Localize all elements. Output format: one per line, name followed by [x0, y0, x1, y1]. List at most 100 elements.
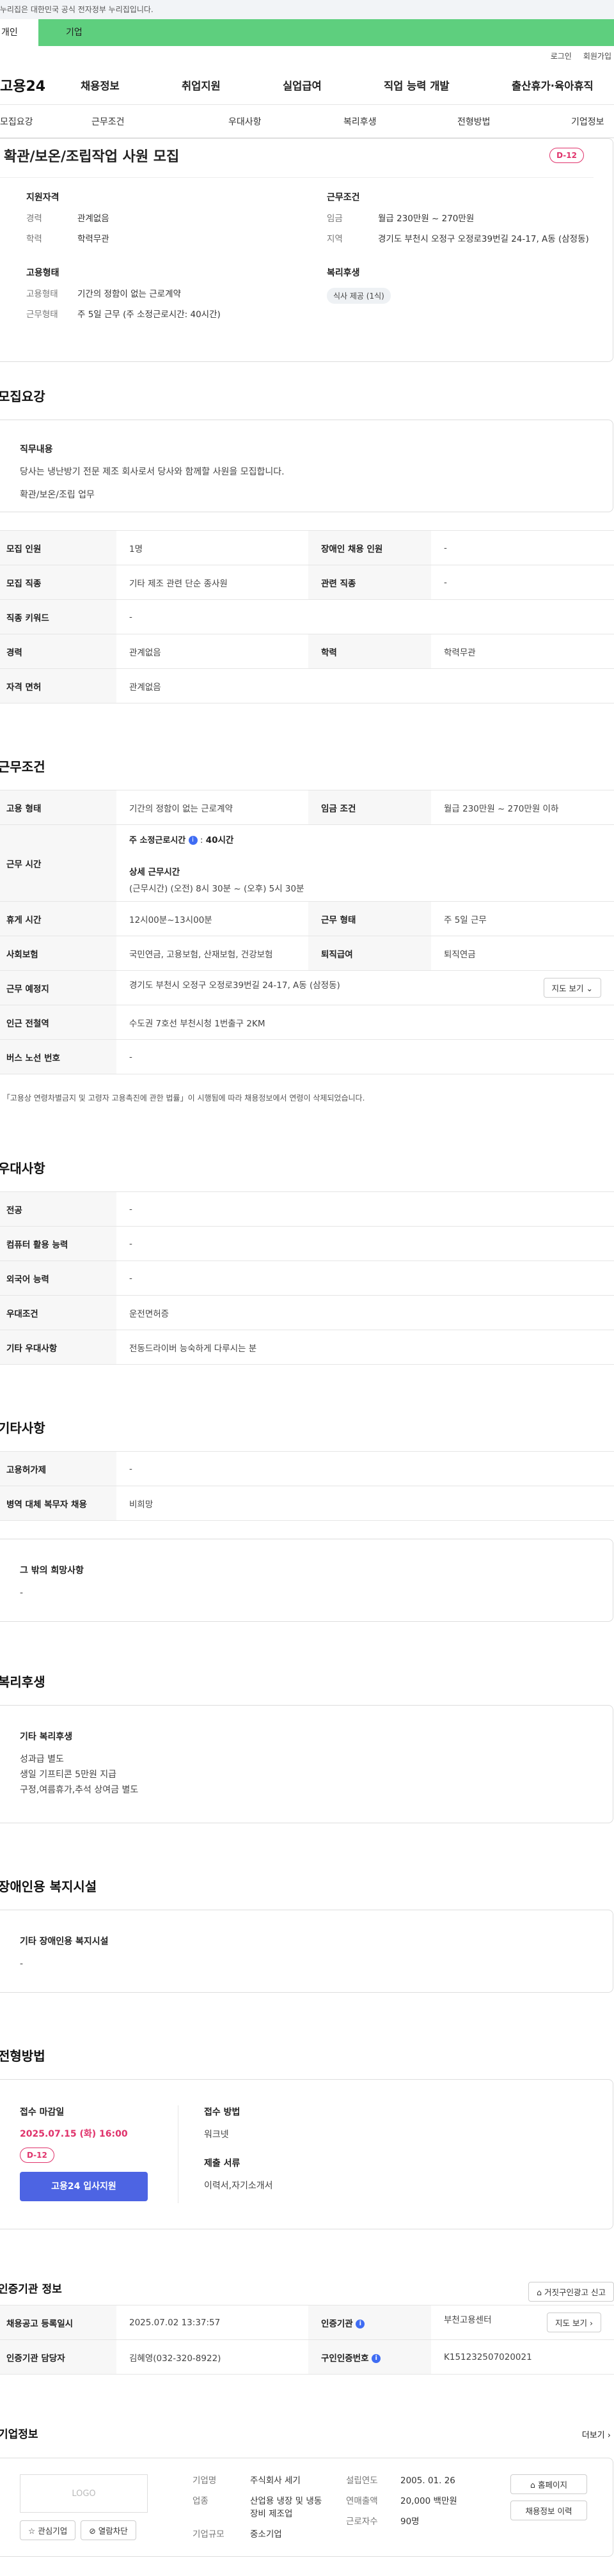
cert-title: 인증기관 정보 — [0, 2283, 62, 2296]
company-info-1: 기업명 주식회사 세기 업종 산업용 냉장 및 냉동 장비 제조업 기업규모 중소기업 — [193, 2474, 346, 2540]
cell-label: 고용허가제 — [0, 1451, 116, 1486]
info-icon[interactable]: i — [372, 2353, 381, 2363]
block-button[interactable]: ⊘ 열람차단 — [81, 2520, 136, 2540]
recruit-section: 모집요강 직무내용 당사는 냉난방기 전문 제조 회사로서 당사와 함께할 사원… — [0, 381, 614, 703]
report-button[interactable]: ⌂ 거짓구인광고 신고 — [528, 2282, 614, 2302]
welfare-chip: 식사 제공 (1식) — [327, 288, 391, 304]
cell-label: 직종 키워드 — [0, 599, 116, 634]
scale-value: 중소기업 — [250, 2529, 282, 2540]
est-value: 2005. 01. 26 — [400, 2476, 455, 2486]
table-row: 우대조건 운전면허증 — [0, 1295, 614, 1330]
tab-conditions[interactable]: 근무조건 — [91, 115, 125, 128]
cell-value: - — [431, 530, 614, 565]
cond-title: 근무조건 — [327, 192, 360, 203]
cell-value: - — [116, 1451, 614, 1486]
gov-banner: 이 누리집은 대한민국 공식 전자정부 누리집입니다. — [0, 0, 614, 19]
tab-recruit[interactable]: 모집요강 — [0, 115, 33, 128]
cell-value: K151232507020021 — [431, 2339, 614, 2375]
site-logo[interactable]: 고용24 — [0, 75, 79, 95]
emp-type-value: 기간의 정함이 없는 근로계약 — [77, 289, 181, 299]
login-link[interactable]: 로그인 — [551, 51, 572, 61]
condition-block: 근무조건 임금 월급 230만원 ~ 270만원 지역 경기도 부천시 오정구 오정… — [327, 191, 608, 253]
docs-title: 제출 서류 — [204, 2158, 240, 2169]
map-button-label: 지도 보기 — [555, 2318, 588, 2328]
info-icon[interactable]: i — [188, 835, 198, 845]
career-label: 경력 — [26, 214, 42, 224]
cell-label: 사회보험 — [0, 936, 116, 971]
career-value: 관계없음 — [77, 214, 109, 224]
agency-map-button[interactable]: 지도 보기 › — [547, 2313, 601, 2332]
table-row: 버스 노선 번호 - — [0, 1039, 614, 1074]
cell-value: - — [116, 1039, 614, 1074]
company-info-2: 설립연도 2005. 01. 26 연매출액 20,000 백만원 근로자수 90명 — [346, 2474, 493, 2540]
wish-card: 그 밖의 희망사항 - — [0, 1539, 613, 1622]
tab-welfare[interactable]: 복리후생 — [343, 115, 377, 128]
cell-label: 고용 형태 — [0, 790, 116, 825]
cell-label: 구인인증번호 i — [308, 2339, 431, 2375]
place-value: 경기도 부천시 오정구 오정로39번길 24-17, A동 (삼정동) — [129, 980, 340, 991]
signup-link[interactable]: 회원가입 — [583, 51, 611, 61]
cell-label: 근무 형태 — [308, 901, 431, 936]
detail-hours-value: (근무시간) (오전) 8시 30분 ~ (오후) 5시 30분 — [129, 883, 304, 894]
anchor-tabs: 모집요강 근무조건 우대사항 복리후생 전형방법 기업정보 — [0, 105, 614, 138]
apply-button[interactable]: 고용24 입사지원 — [20, 2172, 148, 2201]
map-button[interactable]: 지도 보기 ⌄ — [543, 978, 601, 998]
welfare-line: 구정,여름휴가,추석 상여금 별도 — [20, 1785, 139, 1795]
deadline-value: 2025.07.15 (화) 16:00 — [20, 2129, 128, 2139]
mode-individual[interactable]: 개인 — [0, 19, 38, 46]
gov-banner-text: 이 누리집은 대한민국 공식 전자정부 누리집입니다. — [0, 5, 154, 14]
cert-section: 인증기관 정보 ⌂ 거짓구인광고 신고 채용공고 등록일시 2025.07.02 … — [0, 2274, 614, 2375]
table-row: 경력 관계없음 학력 학력무관 — [0, 634, 614, 669]
company-title: 기업정보 — [0, 2428, 38, 2441]
history-button[interactable]: 채용정보 이력 — [510, 2501, 587, 2520]
etc-section: 기타사항 고용허가제 - 병역 대체 복무자 채용 비희망 그 밖의 희망사항 - — [0, 1413, 614, 1622]
gnb-item-leave[interactable]: 출산휴가·육아휴직 — [512, 77, 594, 93]
cell-label: 외국어 능력 — [0, 1261, 116, 1296]
fav-button[interactable]: ☆ 관심기업 — [20, 2520, 76, 2540]
table-row: 휴게 시간 12시00분~13시00분 근무 형태 주 5일 근무 — [0, 901, 614, 936]
emp-label: 근로자수 — [346, 2517, 378, 2527]
welfare-line: 생일 기프티콘 5만원 지급 — [20, 1770, 117, 1780]
home-icon: ⌂ — [537, 2288, 542, 2297]
cell-label: 인증기관 담당자 — [0, 2339, 116, 2375]
table-row: 컴퓨터 활용 능력 - — [0, 1226, 614, 1261]
detail-hours-label: 상세 근무시간 — [129, 867, 180, 877]
industry-value: 산업용 냉장 및 냉동 장비 제조업 — [250, 2496, 322, 2519]
table-row: 사회보험 국민연금, 고용보험, 산재보험, 건강보험 퇴직급여 퇴직연금 — [0, 936, 614, 971]
disabled-value: - — [20, 1959, 24, 1969]
homepage-button[interactable]: ⌂ 홈페이지 — [510, 2474, 587, 2494]
chevron-right-icon: › — [590, 2318, 593, 2328]
table-row: 기타 우대사항 전동드라이버 능숙하게 다루시는 분 — [0, 1330, 614, 1365]
table-row: 자격 면허 관계없음 — [0, 668, 614, 703]
recruit-table: 모집 인원 1명 장애인 채용 인원 - 모집 직종 기타 제조 관련 단순 종사원 관련… — [0, 530, 614, 703]
table-row: 고용허가제 - — [0, 1451, 614, 1486]
gnb-item-jobs[interactable]: 채용정보 — [81, 77, 182, 93]
est-label: 설립연도 — [346, 2476, 378, 2486]
cell-label: 모집 인원 — [0, 530, 116, 565]
std-hours-value: 40시간 — [205, 835, 234, 845]
cell-label: 경력 — [0, 634, 116, 669]
more-link[interactable]: 더보기 › — [582, 2428, 611, 2440]
map-button-label: 지도 보기 — [551, 984, 584, 993]
method-block: 접수 방법 워크넷 제출 서류 이력서,자기소개서 — [178, 2105, 273, 2203]
gnb-item-support[interactable]: 취업지원 — [182, 77, 283, 93]
table-row: 병역 대체 복무자 채용 비희망 — [0, 1486, 614, 1521]
gnb-item-benefit[interactable]: 실업급여 — [283, 77, 384, 93]
cell-label: 병역 대체 복무자 채용 — [0, 1486, 116, 1521]
block-icon: ⊘ — [89, 2526, 96, 2536]
pref-title: 우대사항 — [0, 1161, 45, 1176]
cell-label: 근무 시간 — [0, 824, 116, 902]
tab-company[interactable]: 기업정보 — [571, 115, 604, 128]
gnb-item-training[interactable]: 직업 능력 개발 — [384, 77, 512, 93]
etc-title: 기타사항 — [0, 1420, 45, 1436]
tab-process[interactable]: 전형방법 — [457, 115, 491, 128]
mode-enterprise[interactable]: 기업 — [38, 19, 118, 46]
sales-label: 연매출액 — [346, 2496, 378, 2506]
chevron-down-icon: ⌄ — [586, 984, 593, 993]
table-row: 고용 형태 기간의 정함이 없는 근로계약 임금 조건 월급 230만원 ~ 270만… — [0, 790, 614, 825]
employment-block: 고용형태 고용형태 기간의 정함이 없는 근로계약 근무형태 주 5일 근무 (주 … — [26, 266, 327, 329]
info-icon[interactable]: i — [356, 2319, 365, 2329]
tab-preference[interactable]: 우대사항 — [228, 115, 262, 128]
table-row: 외국어 능력 - — [0, 1261, 614, 1296]
wage-label: 임금 — [327, 214, 343, 224]
